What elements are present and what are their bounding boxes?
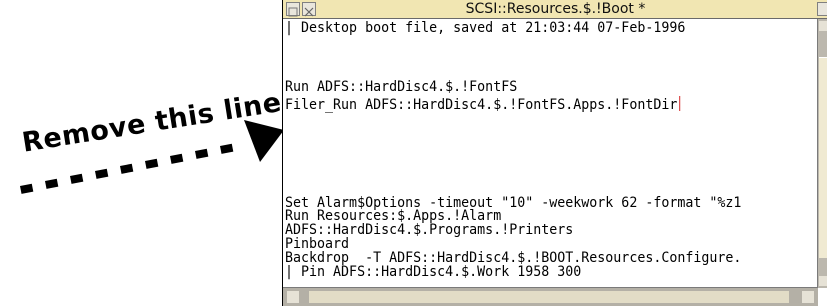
scroll-right-icon[interactable] xyxy=(802,291,814,303)
title-bar[interactable]: SCSI::Resources.$.!Boot * xyxy=(283,0,827,19)
editor-window[interactable]: SCSI::Resources.$.!Boot * | Desktop boot… xyxy=(282,0,827,306)
text-line-highlighted: Filer_Run ADFS::HardDisc4.$.!FontFS.Apps… xyxy=(285,96,681,113)
scroll-down-icon[interactable] xyxy=(819,276,827,286)
vertical-scroll-thumb[interactable] xyxy=(819,57,827,258)
annotation-arrow-icon xyxy=(20,120,284,194)
toggle-size-icon[interactable] xyxy=(817,2,827,16)
scroll-up-icon[interactable] xyxy=(819,21,827,31)
text-line: | Pin ADFS::HardDisc4.$.Work 1958 300 xyxy=(285,264,582,280)
text-area[interactable]: | Desktop boot file, saved at 21:03:44 0… xyxy=(285,20,818,288)
text-line: Run ADFS::HardDisc4.$.!FontFS xyxy=(285,79,518,95)
horizontal-scroll-thumb[interactable] xyxy=(309,291,789,303)
text-line: | Desktop boot file, saved at 21:03:44 0… xyxy=(285,20,686,36)
horizontal-scrollbar[interactable] xyxy=(283,287,818,306)
text-caret xyxy=(679,96,681,111)
scroll-left-icon[interactable] xyxy=(287,291,299,303)
vertical-scrollbar[interactable] xyxy=(817,19,827,288)
window-title: SCSI::Resources.$.!Boot * xyxy=(465,1,646,17)
